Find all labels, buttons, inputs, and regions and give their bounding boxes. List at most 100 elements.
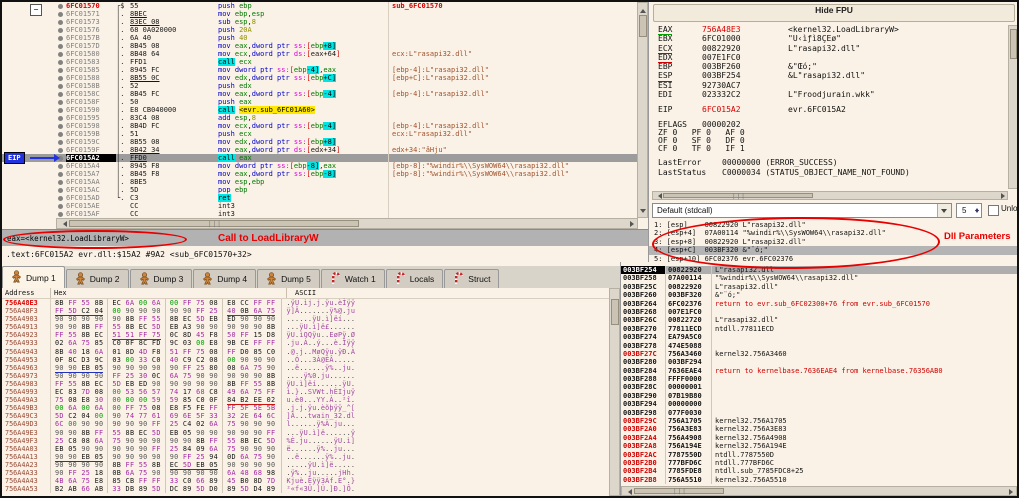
dump-row[interactable]: 756A48E3 8B FF 55 8B EC 6A 00 6A 00 FF 75 0… [2,299,620,308]
stack-row[interactable]: 003BF290 07B19B80 [621,391,1017,401]
scroll-thumb[interactable]: ||| [69,220,359,228]
disasm-row[interactable]: 6FC0159B │. 51 push ecx ecx:L"rasapi32.dll" [2,130,648,138]
scroll-left-icon[interactable] [60,221,67,227]
dump-row[interactable]: 756A4973 90 90 90 90 FF 25 30 0C 6A 75 90 9… [2,371,620,380]
disasm-row[interactable]: 6FC0157B │. 6A 40 push 40 [2,34,648,42]
breakpoint-dot[interactable] [2,82,66,90]
stack-row[interactable]: 003BF254 00822920 L"rasapi32.dll" [621,266,1017,275]
breakpoint-dot[interactable] [2,42,66,50]
dump-row[interactable]: 756A49F3 25 C8 08 6A 75 90 90 90 90 90 8B F… [2,436,620,445]
stack-panel[interactable]: 003BF254 00822920 L"rasapi32.dll" 003BF258 0… [620,262,1017,496]
breakpoint-dot[interactable] [2,74,66,82]
stack-row[interactable]: 003BF284 7636EAE4 return to kernelbase.763… [621,366,1017,376]
tab-struct[interactable]: Struct [444,269,500,288]
register-row[interactable]: EDX 007E1FC0 [649,53,1007,64]
disasm-row[interactable]: 6FC015AA │. 8BE5 mov esp,ebp [2,178,648,186]
dll-parameter-row[interactable]: 1: [esp] 00822920 L"rasapi32.dll" [649,221,1017,229]
stack-row[interactable]: 003BF28C 00000001 [621,383,1017,392]
dump-row[interactable]: 756A49E3 90 90 8B FF 55 8B EC 5D EB 05 90 9… [2,428,620,437]
stack-row[interactable]: 003BF274 EA79A5C0 [621,333,1017,342]
stack-row[interactable]: 003BF2A4 756A4908 kernel32.756A4908 [621,433,1017,443]
dump-row[interactable]: 756A4913 90 90 8B FF 55 8B EC 5D EB A3 90 9… [2,323,620,332]
register-row[interactable]: EAX 756A48E3 <kernel32.LoadLibraryW> [649,25,1007,36]
dll-parameter-row[interactable]: 5: [esp+10] 6FC02376 evr.6FC02376 [649,255,1017,263]
stack-row[interactable]: 003BF27C 756A3460 kernel32.756A3460 [621,349,1017,359]
disasm-hscrollbar[interactable]: ||| [56,218,638,229]
tab-locals[interactable]: Locals [385,269,444,288]
disasm-row[interactable]: 6FC01583 │. FFD1 call ecx [2,58,648,66]
dump-row[interactable]: 756A4903 90 90 90 90 90 8B FF 55 8B EC 5D E… [2,315,620,324]
dump-row[interactable]: 756A4943 8B 40 18 6A 01 8D 4D F8 51 FF 75 0… [2,347,620,356]
dump-vscrollbar[interactable] [609,288,620,496]
stack-row[interactable]: 003BF294 00000000 [621,400,1017,409]
dll-parameter-row[interactable]: 4: [esp+C] 003BF320 &"¨ó;" [649,246,1017,255]
disasm-row[interactable]: 6FC0158C │. 8B45 FC mov eax,dword ptr ss:[e… [2,90,648,98]
breakpoint-dot[interactable] [2,90,66,98]
stack-row[interactable]: 003BF298 077F0030 [621,408,1017,418]
stack-row[interactable]: 003BF2B8 756A5510 kernel32.756A5510 [621,475,1017,485]
scroll-right-icon[interactable] [1001,193,1008,199]
breakpoint-dot[interactable] [2,130,66,138]
disasm-row[interactable]: 6FC01576 │. 68 0A020000 push 20A [2,26,648,34]
stack-row[interactable]: 003BF2B0 777BFD6C ntdll.777BFD6C [621,458,1017,468]
disasm-row[interactable]: 6FC0158F │. 50 push eax [2,98,648,106]
stack-hscrollbar[interactable]: ||| [621,486,1017,496]
scroll-right-icon[interactable] [630,221,637,227]
breakpoint-dot[interactable] [2,98,66,106]
register-row[interactable]: EBP 003BF260 &"Œó;" [649,62,1007,71]
disasm-row[interactable]: 6FC01571 │. 8BEC mov ebp,esp [2,10,648,18]
tab-watch-1[interactable]: Watch 1 [320,269,385,288]
stack-row[interactable]: 003BF26C 00822720 L"rasapi32.dll" [621,316,1017,325]
register-row[interactable]: ESI 92730AC7 [649,81,1007,90]
disasm-row[interactable]: 6FC01585 │. 8945 FC mov dword ptr ss:[ebp-4… [2,66,648,74]
breakpoint-dot[interactable] [2,114,66,122]
disasm-row[interactable]: 6FC01590 │. E8 CB040000 call <evr.sub_6FC01… [2,106,648,114]
breakpoint-dot[interactable] [2,138,66,146]
disasm-row[interactable]: 6FC015A4 │. 8945 F8 mov dword ptr ss:[ebp-8… [2,162,648,170]
breakpoint-dot[interactable] [2,34,66,42]
chevron-down-icon[interactable] [937,204,951,217]
dump-row[interactable]: 756A4953 0F 8C D3 9C 03 00 33 C0 40 C9 C2 0… [2,355,620,364]
tab-dump-2[interactable]: Dump 2 [65,269,129,288]
dump-row[interactable]: 756A4933 02 6A 75 85 C0 0F 8C FD 9C 03 00 E… [2,339,620,348]
dump-row[interactable]: 756A4983 FF 55 8B EC 5D EB ED 90 90 90 90 9… [2,379,620,389]
scroll-thumb[interactable]: ||| [663,193,813,200]
stack-row[interactable]: 003BF270 77811ECD ntdll.77811ECD [621,324,1017,334]
scroll-down-icon[interactable] [640,209,646,216]
dump-row[interactable]: 756A4A43 4B 6A 75 E8 85 CB FF FF 33 C0 66 8… [2,477,620,486]
disasm-row[interactable]: 6FC015AF CC int3 [2,210,648,218]
stack-row[interactable]: 003BF288 FFFF0000 [621,375,1017,384]
register-row[interactable]: EIP 6FC015A2 evr.6FC015A2 [649,105,1007,114]
stack-row[interactable]: 003BF280 003BF294 [621,358,1017,367]
breakpoint-dot[interactable] [2,50,66,58]
breakpoint-dot[interactable] [2,194,66,202]
register-row[interactable]: ESP 003BF254 &L"rasapi32.dll" [649,71,1007,82]
stack-row[interactable]: 003BF268 007E1FC0 [621,307,1017,317]
breakpoint-dot[interactable] [2,210,66,218]
disassembly-panel[interactable]: 6FC01570 ┌$ 55 push ebp sub_6FC01570 6FC01571… [2,2,648,218]
register-row[interactable]: ECX 00822920 L"rasapi32.dll" [649,44,1007,54]
argument-count-stepper[interactable]: 5 [956,203,982,218]
disasm-row[interactable]: 6FC0158B │. 52 push edx [2,82,648,90]
stack-row[interactable]: 003BF2A8 756A194E kernel32.756A194E [621,442,1017,451]
breakpoint-dot[interactable] [2,186,66,194]
scroll-thumb[interactable] [639,15,647,37]
stack-row[interactable]: 003BF25C 00822920 L"rasapi32.dll" [621,282,1017,292]
stepper-down-icon[interactable] [975,210,979,215]
dump-row[interactable]: 756A4963 90 90 EB 05 90 90 90 90 90 FF 25 8… [2,363,620,373]
scroll-thumb[interactable]: ||| [634,488,724,495]
dump-row[interactable]: 756A4A53 B2 AB 66 AB 33 DB 89 5D DC 89 5D D… [2,485,620,494]
disasm-row[interactable]: 6FC0159C │. 8B55 08 mov edx,dword ptr ss:[e… [2,138,648,146]
stack-row[interactable]: 003BF258 07A00114 "%windir%\\SysWOW64\\ras… [621,274,1017,283]
dump-panel[interactable]: Address Hex ASCII 756A48E3 8B FF 55 8B EC … [2,288,620,496]
stack-row[interactable]: 003BF29C 756A1705 kernel32.756A1705 [621,417,1017,426]
breakpoint-dot[interactable] [2,26,66,34]
breakpoint-dot[interactable] [2,170,66,178]
dump-row[interactable]: 756A4A33 90 FF 25 18 0B 6A 75 90 90 90 90 9… [2,468,620,478]
disasm-row[interactable]: 6FC01580 │. 8B48 64 mov ecx,dword ptr ds:[e… [2,50,648,58]
stack-row[interactable]: 003BF264 6FC02376 return to evr.sub_6FC023… [621,299,1017,308]
disasm-row[interactable]: 6FC01573 │. 83EC 08 sub esp,8 [2,18,648,26]
disasm-row[interactable]: 6FC015AC │. 5D pop ebp [2,186,648,194]
scroll-thumb[interactable] [1010,29,1017,59]
dump-row[interactable]: 756A4A23 90 90 90 90 8B FF 55 8B EC 5D EB 0… [2,460,620,470]
